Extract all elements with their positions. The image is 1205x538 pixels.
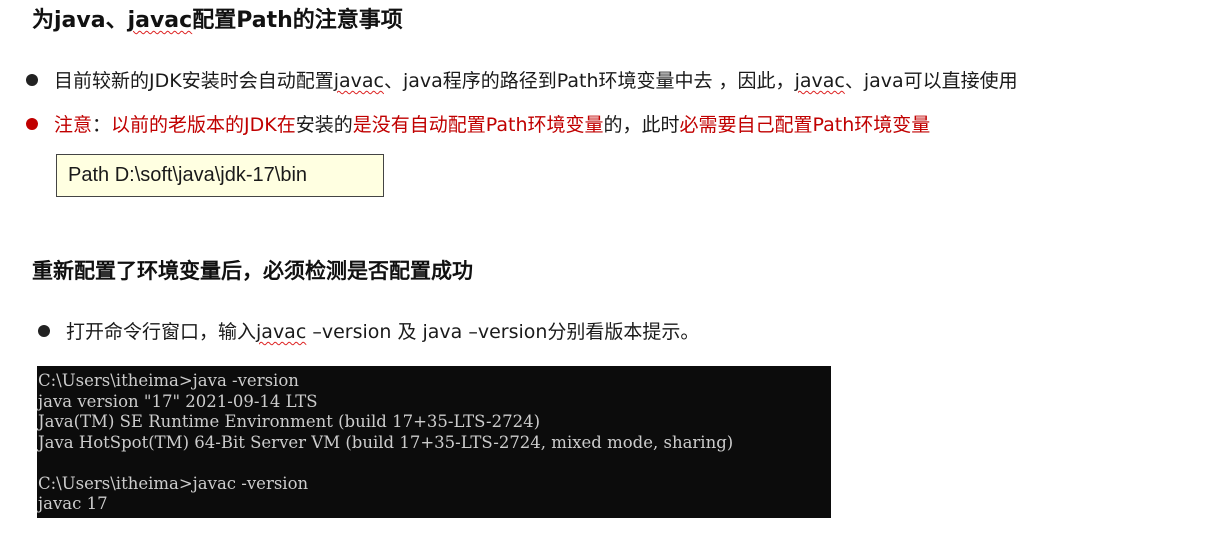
- terminal-screenshot: C:\Users\itheima>java -version java vers…: [37, 366, 831, 518]
- terminal-line: C:\Users\itheima>java -version: [38, 371, 299, 390]
- bullet1-text-a: 目前较新的JDK安装时会自动配置: [54, 70, 334, 92]
- terminal-line: java version "17" 2021-09-14 LTS: [38, 391, 318, 411]
- bullet-dot-icon: [26, 74, 38, 86]
- notice-then: 的，此时: [603, 114, 680, 136]
- bullet-auto-config: 目前较新的JDK安装时会自动配置javac、java程序的路径到Path环境变量…: [26, 67, 1018, 95]
- bullet-notice: 注意：以前的老版本的JDK在安装的是没有自动配置Path环境变量的，此时必需要自…: [26, 111, 930, 139]
- terminal-line: C:\Users\itheima>javac -version: [38, 473, 309, 493]
- bullet1-text-b: 、java程序的路径到Path环境变量中去 ，因此，: [383, 70, 795, 92]
- terminal-line: javac 17: [38, 494, 108, 513]
- bullet3-javac-spellcheck: javac: [256, 321, 307, 343]
- notice-must-config: 必需要自己配置Path环境变量: [679, 114, 931, 136]
- bullet3-text-b: –version 及 java –version分别看版本提示。: [306, 321, 700, 343]
- title-suffix: 配置Path的注意事项: [192, 8, 403, 33]
- bullet-dot-red-icon: [26, 118, 38, 130]
- bullet3-text-a: 打开命令行窗口，输入: [66, 321, 257, 343]
- notice-label: 注意: [54, 114, 93, 136]
- section-heading-verify: 重新配置了环境变量后，必须检测是否配置成功: [32, 259, 473, 283]
- bullet-open-cmd: 打开命令行窗口，输入javac –version 及 java –version…: [38, 318, 699, 346]
- title-prefix: 为java、: [32, 8, 128, 33]
- bullet-dot-icon: [38, 325, 50, 337]
- title-javac-spellcheck: javac: [127, 8, 193, 33]
- terminal-line: Java(TM) SE Runtime Environment (build 1…: [38, 412, 541, 431]
- notice-colon: ：: [92, 114, 112, 136]
- notice-old-version: 以前的老版本的JDK在: [111, 114, 296, 136]
- page-title: 为java、javac配置Path的注意事项: [32, 6, 403, 36]
- path-example-box: Path D:\soft\java\jdk-17\bin: [56, 154, 384, 197]
- bullet1-javac-spellcheck-a: javac: [333, 70, 384, 92]
- notice-no-auto-config: 是没有自动配置Path环境变量: [352, 114, 604, 136]
- bullet1-text-c: 、java可以直接使用: [844, 70, 1018, 92]
- terminal-line: Java HotSpot(TM) 64-Bit Server VM (build…: [38, 432, 734, 452]
- notice-install: 安装的: [295, 114, 353, 136]
- bullet1-javac-spellcheck-b: javac: [794, 70, 845, 92]
